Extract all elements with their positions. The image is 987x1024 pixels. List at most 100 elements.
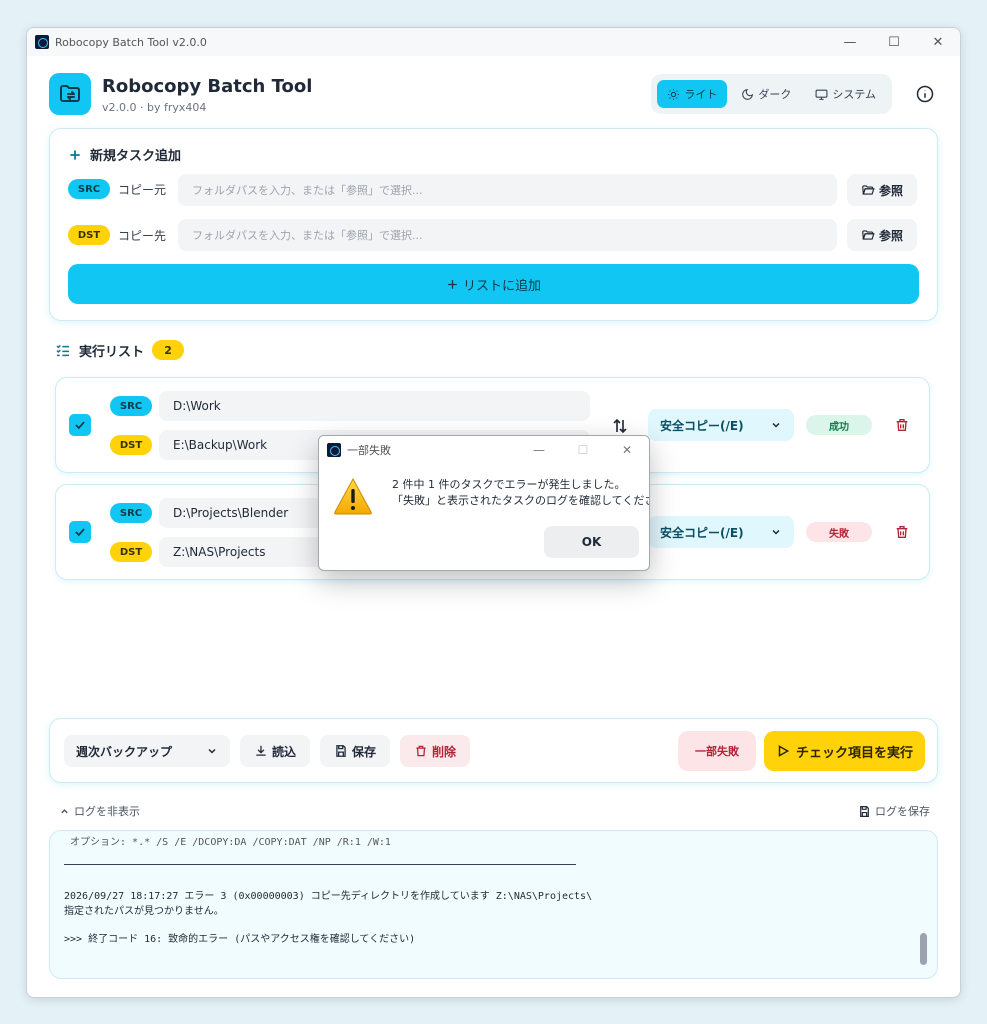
action-bar: 週次バックアップ 読込 保存 削除 一部失敗 チェック項目を実行 <box>49 718 938 783</box>
task-1-checkbox[interactable] <box>69 414 91 436</box>
src-path-input[interactable] <box>178 174 837 206</box>
task-2-delete-button[interactable] <box>892 522 912 542</box>
folder-open-icon <box>862 185 875 195</box>
theme-light-label: ライト <box>684 88 718 101</box>
chevron-down-icon <box>772 529 780 535</box>
app-icon <box>35 35 49 49</box>
task-2-status-badge: 失敗 <box>806 522 872 542</box>
dialog-ok-button[interactable]: OK <box>544 526 639 558</box>
log-save-button[interactable]: ログを保存 <box>858 803 930 819</box>
dialog-app-icon <box>327 443 341 457</box>
src-label: コピー元 <box>118 182 167 197</box>
new-task-card: 新規タスク追加 SRC コピー元 参照 DST コピー先 参照 リストに追加 <box>49 128 938 321</box>
save-icon <box>860 805 869 817</box>
app-header: Robocopy Batch Tool v2.0.0 · by fryx404 … <box>49 73 938 119</box>
sun-icon <box>668 88 680 100</box>
dialog-maximize-button: ☐ <box>577 443 589 457</box>
task-2-checkbox[interactable] <box>69 521 91 543</box>
new-task-title: 新規タスク追加 <box>90 149 182 164</box>
log-line: 指定されたパスが見つかりません。 <box>64 906 224 917</box>
log-panel[interactable]: オプション: *.* /S /E /DCOPY:DA /COPY:DAT /NP… <box>49 830 938 979</box>
title-bar: Robocopy Batch Tool v2.0.0 — ☐ ✕ <box>27 28 960 56</box>
task-1-mode-value: 安全コピー(/E) <box>660 418 744 433</box>
theme-dark-label: ダーク <box>758 88 792 101</box>
theme-dark-button[interactable]: ダーク <box>731 80 801 108</box>
info-button[interactable] <box>912 81 938 107</box>
close-button[interactable]: ✕ <box>916 28 960 56</box>
log-line: 2026/09/27 18:17:27 エラー 3 (0x00000003) コ… <box>64 891 593 902</box>
warning-icon <box>334 477 372 515</box>
src-badge: SRC <box>68 179 110 199</box>
load-label: 読込 <box>271 744 296 759</box>
dst-label: コピー先 <box>118 228 167 243</box>
load-button[interactable]: 読込 <box>240 735 310 767</box>
task-1-mode-select[interactable]: 安全コピー(/E) <box>648 409 794 441</box>
check-icon <box>75 421 85 430</box>
app-version: v2.0.0 · by fryx404 <box>102 101 207 114</box>
log-toggle-label: ログを非表示 <box>74 805 140 818</box>
dst-badge: DST <box>68 225 110 245</box>
folder-open-icon <box>862 230 875 240</box>
task-1-delete-button[interactable] <box>892 415 912 435</box>
check-icon <box>75 528 85 537</box>
add-to-list-button[interactable]: リストに追加 <box>68 264 919 304</box>
task-count-badge: 2 <box>152 340 185 360</box>
exec-list-heading: 実行リスト 2 <box>55 340 185 360</box>
dialog-minimize-button[interactable]: — <box>517 436 561 464</box>
log-line: >>> 終了コード 16: 致命的エラー (パスやアクセス権を確認してください) <box>64 934 416 945</box>
chevron-up-icon <box>61 808 68 813</box>
dialog-message-line-2: 「失敗」と表示されたタスクのログを確認してください。 <box>392 494 650 507</box>
theme-system-button[interactable]: システム <box>805 80 886 108</box>
plus-icon <box>70 149 80 160</box>
save-icon <box>336 745 346 757</box>
trash-icon <box>416 745 426 757</box>
dialog-message-line-1: 2 件中 1 件のタスクでエラーが発生しました。 <box>392 478 626 491</box>
delete-preset-label: 削除 <box>431 744 456 759</box>
dst-browse-label: 参照 <box>878 228 903 243</box>
dst-path-input[interactable] <box>178 219 837 251</box>
chevron-down-icon <box>208 748 216 754</box>
task-2-dst-badge: DST <box>110 542 152 562</box>
trash-icon <box>896 419 908 431</box>
new-task-heading: 新規タスク追加 <box>68 145 181 164</box>
task-1-src-badge: SRC <box>110 396 152 416</box>
src-browse-button[interactable]: 参照 <box>847 174 917 206</box>
preset-value: 週次バックアップ <box>76 744 173 759</box>
theme-light-button[interactable]: ライト <box>657 80 728 108</box>
delete-preset-button[interactable]: 削除 <box>400 735 470 767</box>
info-icon <box>916 85 934 103</box>
dialog-close-button[interactable]: ✕ <box>605 436 649 464</box>
moon-icon <box>742 88 754 100</box>
log-scrollbar[interactable] <box>920 933 927 965</box>
save-button[interactable]: 保存 <box>320 735 390 767</box>
exec-list-title: 実行リスト <box>79 344 145 360</box>
theme-system-label: システム <box>832 88 876 101</box>
checklist-icon <box>56 344 69 357</box>
log-line: オプション: *.* /S /E /DCOPY:DA /COPY:DAT /NP… <box>64 837 391 848</box>
task-1-src-path[interactable]: D:\Work <box>159 391 590 421</box>
minimize-button[interactable]: — <box>828 28 872 56</box>
chevron-down-icon <box>772 422 780 428</box>
run-checked-button[interactable]: チェック項目を実行 <box>764 731 925 771</box>
dialog-title-bar: 一部失敗 — ☐ ✕ <box>319 436 649 464</box>
add-to-list-label: リストに追加 <box>462 278 541 294</box>
dialog-title: 一部失敗 <box>347 444 391 457</box>
trash-icon <box>896 526 908 538</box>
swap-icon <box>613 418 627 434</box>
log-save-label: ログを保存 <box>875 805 930 818</box>
download-icon <box>256 745 266 756</box>
window-title: Robocopy Batch Tool v2.0.0 <box>55 35 207 49</box>
task-2-src-badge: SRC <box>110 503 152 523</box>
task-2-mode-select[interactable]: 安全コピー(/E) <box>648 516 794 548</box>
log-toggle-button[interactable]: ログを非表示 <box>59 803 140 819</box>
maximize-button[interactable]: ☐ <box>872 28 916 56</box>
app-name: Robocopy Batch Tool <box>102 76 313 97</box>
monitor-icon <box>815 89 828 100</box>
plus-icon <box>448 279 457 289</box>
dst-browse-button[interactable]: 参照 <box>847 219 917 251</box>
run-checked-label: チェック項目を実行 <box>795 745 913 761</box>
task-1-dst-badge: DST <box>110 435 152 455</box>
app-logo-icon <box>49 73 91 115</box>
save-label: 保存 <box>351 744 376 759</box>
preset-select[interactable]: 週次バックアップ <box>64 735 230 767</box>
